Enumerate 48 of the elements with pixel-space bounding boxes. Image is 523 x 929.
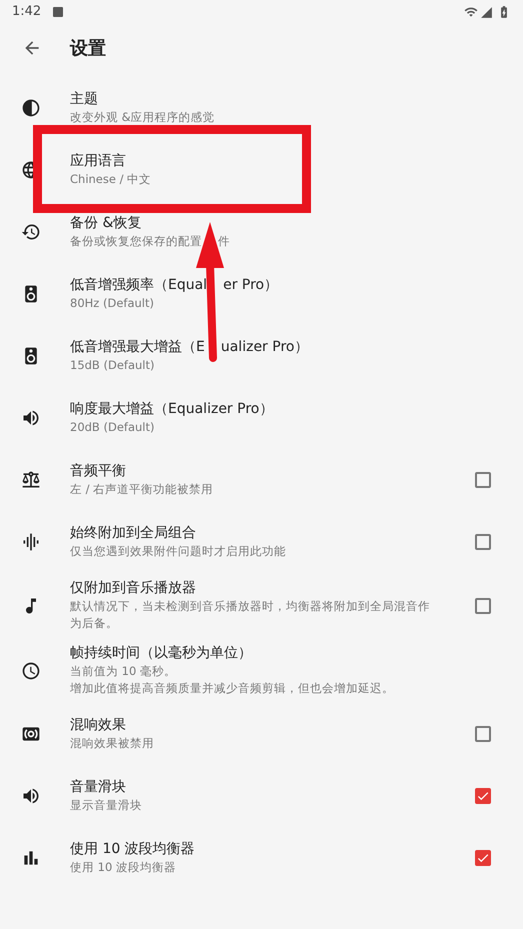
setting-description: 80Hz (Default) xyxy=(70,295,154,312)
setting-description: 15dB (Default) xyxy=(70,357,154,374)
setting-title: 仅附加到音乐播放器 xyxy=(70,579,196,598)
setting-title: 始终附加到全局组合 xyxy=(70,524,196,543)
setting-description: 20dB (Default) xyxy=(70,419,154,436)
setting-title: 应用语言 xyxy=(70,152,126,171)
setting-description: 默认情况下，当未检测到音乐播放器时，均衡器将附加到全局混音作为后备。 xyxy=(70,598,431,632)
setting-description: 增加此值将提高音频质量并减少音频剪辑，但也会增加延迟。 xyxy=(70,680,394,697)
setting-title: 主题 xyxy=(70,90,98,109)
wifi-icon xyxy=(464,5,478,19)
checkbox[interactable] xyxy=(475,850,491,866)
setting-description: 显示音量滑块 xyxy=(70,797,142,814)
setting-description: 仅当您遇到效果附件问题时才启用此功能 xyxy=(70,543,286,560)
setting-title: 响度最大增益（Equalizer Pro） xyxy=(70,400,274,419)
checkbox[interactable] xyxy=(475,598,491,614)
volume-icon xyxy=(21,408,41,428)
setting-description: 使用 10 波段均衡器 xyxy=(70,859,176,876)
checkbox[interactable] xyxy=(475,788,491,804)
setting-title: 低音增强频率（Equal xyxy=(70,276,208,295)
setting-description: 混响效果被禁用 xyxy=(70,735,154,752)
setting-description: 左 / 右声道平衡功能被禁用 xyxy=(70,481,214,498)
signal-icon xyxy=(480,6,493,18)
setting-description: 改变外观 &应用程序的感觉 xyxy=(70,109,215,126)
setting-description: Chinese / 中文 xyxy=(70,171,152,188)
setting-title: 低音增强最大增益（E xyxy=(70,338,205,357)
scale-icon xyxy=(21,470,41,490)
setting-title: 音频平衡 xyxy=(70,462,126,481)
contrast-icon xyxy=(21,98,41,118)
setting-title: 备份 &恢复 xyxy=(70,214,142,233)
setting-title: 音量滑块 xyxy=(70,778,126,797)
page-title: 设置 xyxy=(70,36,106,60)
setting-title: 使用 10 波段均衡器 xyxy=(70,840,195,859)
clock-icon xyxy=(21,660,41,680)
history-icon xyxy=(21,222,41,242)
globe-icon xyxy=(21,160,33,180)
setting-description: 件 xyxy=(218,233,230,250)
setting-title: ualizer Pro） xyxy=(220,338,308,357)
checkbox[interactable] xyxy=(475,726,491,742)
waveform-icon xyxy=(21,532,41,552)
checkbox[interactable] xyxy=(475,534,491,550)
checkbox[interactable] xyxy=(475,472,491,488)
volume-icon xyxy=(21,786,41,806)
setting-description: 当前值为 10 毫秒。 xyxy=(70,663,176,680)
setting-title: 帧持续时间（以毫秒为单位） xyxy=(70,644,252,663)
setting-title: 混响效果 xyxy=(70,716,126,735)
setting-description: 备份或恢复您保存的配置 xyxy=(70,233,202,250)
status-time: 1:42 xyxy=(12,3,42,22)
setting-title: er Pro） xyxy=(223,276,278,295)
